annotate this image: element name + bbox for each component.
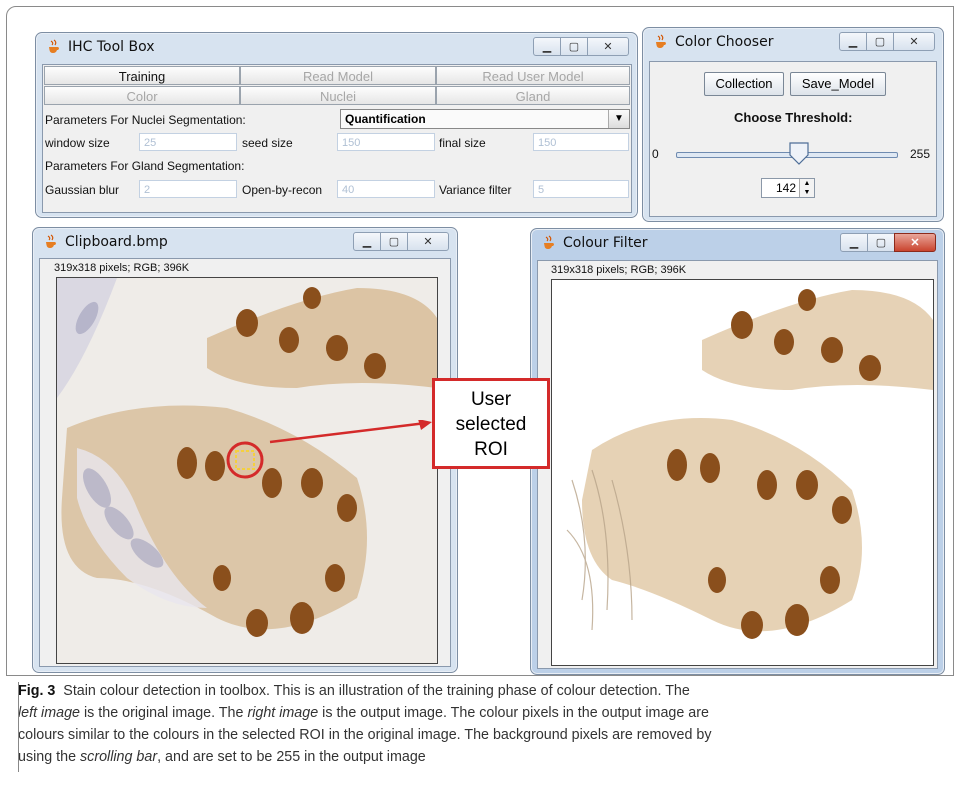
caption-line3: colours similar to the colours in the se… bbox=[18, 727, 712, 743]
fig-label: Fig. 3 bbox=[18, 683, 56, 699]
close-button[interactable]: ✕ bbox=[587, 37, 629, 56]
seed-size-field[interactable]: 150 bbox=[337, 133, 435, 151]
output-image[interactable] bbox=[551, 279, 934, 666]
caption-scrolling-bar: scrolling bar bbox=[80, 749, 158, 765]
gaussian-blur-field[interactable]: 2 bbox=[139, 180, 237, 198]
mode-select[interactable]: Quantification ▼ bbox=[340, 109, 630, 129]
slider-track bbox=[676, 152, 898, 158]
final-size-field[interactable]: 150 bbox=[533, 133, 629, 151]
gaussian-blur-label: Gaussian blur bbox=[45, 183, 120, 197]
ihc-toolbox-title: IHC Tool Box bbox=[68, 39, 155, 55]
close-button[interactable]: ✕ bbox=[407, 232, 449, 251]
training-button[interactable]: Training bbox=[44, 66, 240, 85]
color-chooser-title: Color Chooser bbox=[675, 34, 774, 50]
read-model-button[interactable]: Read Model bbox=[240, 66, 436, 85]
color-chooser-client: Collection Save_Model Choose Threshold: … bbox=[649, 61, 937, 217]
ihc-toolbox-titlebar[interactable]: IHC Tool Box ▁ ▢ ✕ bbox=[36, 33, 637, 61]
roi-arrow bbox=[269, 420, 432, 444]
color-chooser-window: Color Chooser ▁ ▢ ✕ Collection Save_Mode… bbox=[642, 27, 944, 222]
save-model-button[interactable]: Save_Model bbox=[790, 72, 886, 96]
caption-part1: Stain colour detection in toolbox. This … bbox=[63, 683, 690, 699]
ihc-toolbox-client: Training Read Model Read User Model Colo… bbox=[42, 64, 632, 213]
colour-filter-window: Colour Filter ▁ ▢ ✕ 319x318 pixels; RGB;… bbox=[530, 228, 945, 675]
gland-params-label: Parameters For Gland Segmentation: bbox=[45, 159, 245, 173]
colour-filter-titlebar[interactable]: Colour Filter ▁ ▢ ✕ bbox=[531, 229, 944, 257]
java-cup-icon bbox=[46, 234, 56, 248]
slider-max-label: 255 bbox=[910, 147, 931, 161]
clipboard-window: Clipboard.bmp ▁ ▢ ✕ 319x318 pixels; RGB;… bbox=[32, 227, 458, 673]
caption-part5: , and are set to be 255 in the output im… bbox=[157, 749, 426, 765]
slider-thumb[interactable] bbox=[789, 142, 809, 166]
caption-part2: is the original image. The bbox=[83, 705, 244, 721]
chevron-down-icon[interactable]: ▼ bbox=[608, 110, 629, 128]
java-cup-icon bbox=[49, 39, 59, 53]
colour-filter-client: 319x318 pixels; RGB; 396K bbox=[537, 260, 938, 669]
variance-filter-label: Variance filter bbox=[439, 183, 512, 197]
caption-rule bbox=[18, 682, 19, 772]
mode-select-value: Quantification bbox=[345, 112, 426, 126]
minimize-button[interactable]: ▁ bbox=[840, 233, 868, 252]
gland-button[interactable]: Gland bbox=[436, 86, 630, 105]
collection-button[interactable]: Collection bbox=[704, 72, 784, 96]
annotation-line1: User bbox=[470, 389, 512, 410]
window-size-field[interactable]: 25 bbox=[139, 133, 237, 151]
original-image[interactable] bbox=[56, 277, 438, 664]
read-user-model-button[interactable]: Read User Model bbox=[436, 66, 630, 85]
close-button[interactable]: ✕ bbox=[894, 233, 936, 252]
threshold-slider[interactable] bbox=[676, 142, 898, 166]
seed-size-label: seed size bbox=[242, 136, 293, 150]
threshold-label: Choose Threshold: bbox=[734, 110, 853, 125]
clipboard-titlebar[interactable]: Clipboard.bmp ▁ ▢ ✕ bbox=[33, 228, 457, 256]
clipboard-client: 319x318 pixels; RGB; 396K bbox=[39, 258, 451, 667]
spinner-value[interactable]: 142 bbox=[776, 181, 796, 195]
spinner-arrows[interactable]: ▲ ▼ bbox=[799, 179, 814, 197]
maximize-button[interactable]: ▢ bbox=[867, 233, 895, 252]
nuclei-params-label: Parameters For Nuclei Segmentation: bbox=[45, 113, 246, 127]
caption-right-image: right image bbox=[247, 705, 319, 721]
caption-part4: using the bbox=[18, 749, 77, 765]
colour-filter-info: 319x318 pixels; RGB; 396K bbox=[551, 264, 687, 276]
java-cup-icon bbox=[656, 34, 666, 48]
clipboard-title: Clipboard.bmp bbox=[65, 234, 168, 250]
nuclei-button[interactable]: Nuclei bbox=[240, 86, 436, 105]
maximize-button[interactable]: ▢ bbox=[560, 37, 588, 56]
caption-part3: is the output image. The colour pixels i… bbox=[322, 705, 709, 721]
open-by-recon-field[interactable]: 40 bbox=[337, 180, 435, 198]
minimize-button[interactable]: ▁ bbox=[353, 232, 381, 251]
threshold-spinner[interactable]: 142 ▲ ▼ bbox=[761, 178, 815, 198]
open-by-recon-label: Open-by-recon bbox=[242, 183, 323, 197]
close-button[interactable]: ✕ bbox=[893, 32, 935, 51]
tissue-image bbox=[57, 278, 437, 663]
minimize-button[interactable]: ▁ bbox=[533, 37, 561, 56]
figure-caption: Fig. 3 Stain colour detection in toolbox… bbox=[18, 680, 948, 768]
variance-filter-field[interactable]: 5 bbox=[533, 180, 629, 198]
filtered-image bbox=[552, 280, 933, 665]
window-size-label: window size bbox=[45, 136, 110, 150]
minimize-button[interactable]: ▁ bbox=[839, 32, 867, 51]
maximize-button[interactable]: ▢ bbox=[380, 232, 408, 251]
final-size-label: final size bbox=[439, 136, 486, 150]
maximize-button[interactable]: ▢ bbox=[866, 32, 894, 51]
caption-left-image: left image bbox=[18, 705, 80, 721]
color-chooser-titlebar[interactable]: Color Chooser ▁ ▢ ✕ bbox=[643, 28, 943, 56]
ihc-toolbox-window: IHC Tool Box ▁ ▢ ✕ Training Read Model R… bbox=[35, 32, 638, 218]
clipboard-info: 319x318 pixels; RGB; 396K bbox=[54, 262, 190, 274]
colour-filter-title: Colour Filter bbox=[563, 235, 648, 251]
color-button[interactable]: Color bbox=[44, 86, 240, 105]
java-cup-icon bbox=[544, 235, 554, 249]
slider-min-label: 0 bbox=[652, 147, 659, 161]
